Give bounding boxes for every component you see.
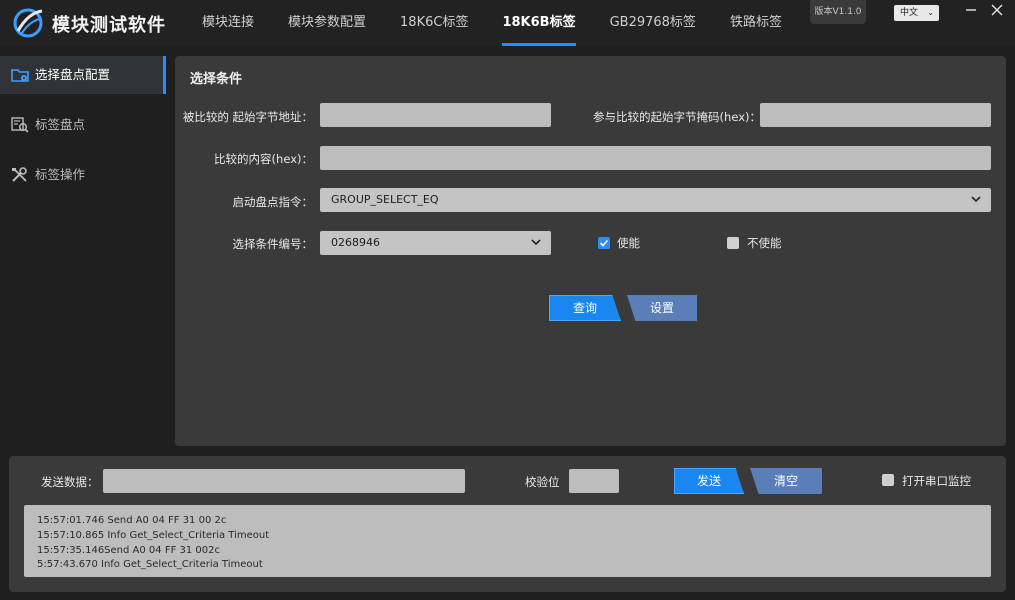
minimize-button[interactable] bbox=[960, 2, 982, 24]
check-icon bbox=[599, 239, 609, 247]
tag-scan-icon bbox=[11, 117, 29, 133]
compare-content-label: 比较的内容(hex)： bbox=[214, 152, 313, 166]
tab-gb29768[interactable]: GB29768标签 bbox=[593, 0, 713, 46]
send-data-input[interactable] bbox=[103, 469, 465, 493]
disable-checkbox[interactable] bbox=[727, 237, 739, 249]
start-cmd-value: GROUP_SELECT_EQ bbox=[331, 193, 439, 206]
compare-start-addr-input[interactable] bbox=[320, 103, 551, 127]
sidebar-item-select-config[interactable]: 选择盘点配置 bbox=[0, 56, 166, 94]
condition-no-select[interactable]: 0268946 bbox=[320, 231, 551, 255]
condition-no-label: 选择条件编号： bbox=[232, 237, 314, 251]
send-button[interactable]: 发送 bbox=[674, 468, 744, 494]
app-logo-icon bbox=[13, 8, 43, 38]
title-bar: 模块测试软件 模块连接 模块参数配置 18K6C标签 18K6B标签 GB297… bbox=[0, 0, 1015, 46]
tab-18k6c[interactable]: 18K6C标签 bbox=[383, 0, 485, 46]
select-condition-panel: 选择条件 被比较的 起始字节地址： 参与比较的起始字节掩码(hex)： 比较的内… bbox=[175, 56, 1006, 446]
start-cmd-select[interactable]: GROUP_SELECT_EQ bbox=[320, 188, 991, 212]
version-badge: 版本V1.1.0 bbox=[810, 0, 866, 24]
folder-gear-icon bbox=[11, 69, 29, 82]
log-line: 5:57:43.670 Info Get_Select_Criteria Tim… bbox=[37, 559, 263, 571]
close-button[interactable] bbox=[986, 2, 1008, 24]
mask-start-input[interactable] bbox=[760, 103, 991, 127]
tools-icon bbox=[12, 167, 27, 182]
start-cmd-label: 启动盘点指令： bbox=[232, 195, 314, 209]
language-value: 中文 bbox=[900, 8, 919, 18]
serial-monitor-label: 打开串口监控 bbox=[902, 474, 971, 488]
sidebar-item-label: 标签操作 bbox=[35, 167, 86, 182]
tab-railway[interactable]: 铁路标签 bbox=[713, 0, 799, 46]
sidebar-item-tag-inventory[interactable]: 标签盘点 bbox=[0, 106, 166, 144]
panel-title: 选择条件 bbox=[190, 72, 243, 87]
close-icon bbox=[991, 4, 1003, 16]
send-data-label: 发送数据： bbox=[41, 475, 99, 489]
language-select[interactable]: 中文 ⌄ bbox=[894, 5, 939, 21]
tab-18k6b[interactable]: 18K6B标签 bbox=[485, 0, 592, 46]
tab-module-connect[interactable]: 模块连接 bbox=[185, 0, 271, 46]
compare-start-addr-label: 被比较的 起始字节地址： bbox=[182, 110, 313, 124]
checksum-label: 校验位 bbox=[525, 475, 560, 489]
set-button[interactable]: 设置 bbox=[627, 295, 697, 321]
log-line: 15:57:01.746 Send A0 04 FF 31 00 2c bbox=[37, 515, 227, 526]
app-title: 模块测试软件 bbox=[52, 15, 166, 36]
minimize-icon bbox=[966, 9, 976, 11]
enable-checkbox[interactable] bbox=[598, 237, 610, 249]
log-output[interactable]: 15:57:01.746 Send A0 04 FF 31 00 2c 15:5… bbox=[24, 505, 991, 577]
serial-monitor-checkbox[interactable] bbox=[882, 474, 894, 486]
tab-module-params[interactable]: 模块参数配置 bbox=[271, 0, 383, 46]
condition-no-value: 0268946 bbox=[331, 236, 380, 249]
disable-label: 不使能 bbox=[747, 236, 782, 250]
enable-label: 使能 bbox=[617, 236, 640, 250]
chevron-down-icon: ⌄ bbox=[927, 8, 934, 17]
sidebar-item-label: 标签盘点 bbox=[35, 117, 86, 132]
chevron-down-icon bbox=[971, 196, 981, 203]
checksum-input[interactable] bbox=[569, 469, 619, 493]
log-line: 15:57:35.146Send A0 04 FF 31 002c bbox=[37, 544, 220, 556]
sidebar-item-tag-operation[interactable]: 标签操作 bbox=[0, 156, 166, 194]
clear-button[interactable]: 清空 bbox=[750, 468, 822, 494]
chevron-down-icon bbox=[531, 239, 541, 246]
log-line: 15:57:10.865 Info Get_Select_Criteria Ti… bbox=[37, 529, 270, 541]
compare-content-input[interactable] bbox=[320, 146, 991, 170]
mask-start-label: 参与比较的起始字节掩码(hex)： bbox=[593, 110, 761, 124]
sidebar-item-label: 选择盘点配置 bbox=[35, 67, 111, 82]
sidebar: 选择盘点配置 标签盘点 标签操作 bbox=[0, 56, 166, 206]
query-button[interactable]: 查询 bbox=[549, 295, 621, 321]
main-tabs: 模块连接 模块参数配置 18K6C标签 18K6B标签 GB29768标签 铁路… bbox=[185, 0, 799, 46]
